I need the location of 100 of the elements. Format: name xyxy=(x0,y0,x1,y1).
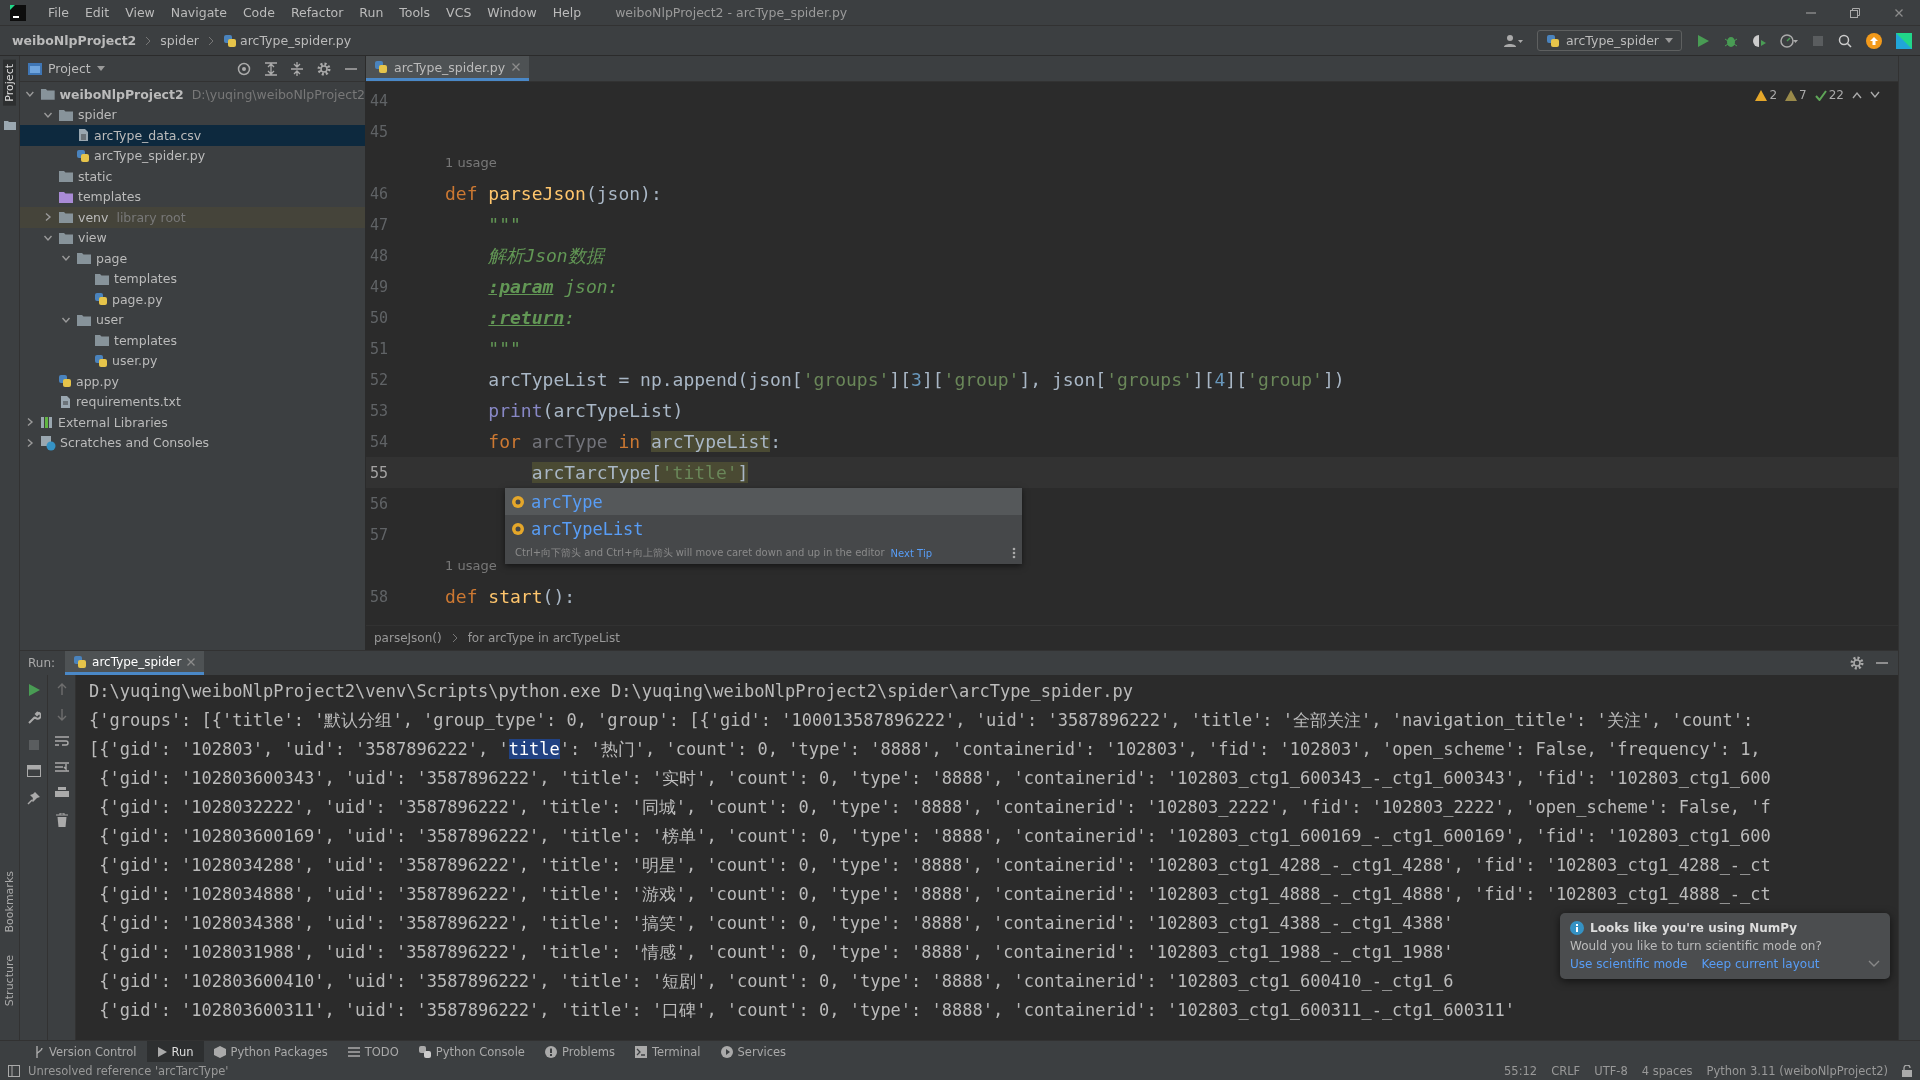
locate-icon[interactable] xyxy=(237,61,251,76)
breadcrumb-item[interactable]: weiboNlpProject2 xyxy=(10,33,139,48)
breadcrumb-item[interactable]: parseJson() xyxy=(374,631,442,645)
notification-link[interactable]: Keep current layout xyxy=(1701,957,1820,971)
status-item[interactable]: 55:12 xyxy=(1504,1064,1538,1078)
python-file-icon xyxy=(73,654,88,669)
restore-icon[interactable] xyxy=(1850,7,1860,18)
user-icon[interactable] xyxy=(1502,33,1523,48)
tree-item[interactable]: page.py xyxy=(20,289,365,310)
previous-icon[interactable] xyxy=(1852,91,1862,99)
wrench-icon[interactable] xyxy=(26,711,41,725)
menu-item[interactable]: File xyxy=(40,5,77,20)
search-icon[interactable] xyxy=(1838,33,1852,48)
tree-item[interactable]: templates xyxy=(20,268,365,289)
status-item[interactable]: Python 3.11 (weiboNlpProject2) xyxy=(1706,1064,1888,1078)
settings-icon[interactable] xyxy=(317,61,331,76)
tree-item[interactable]: templates xyxy=(20,186,365,207)
collapse-all-icon[interactable] xyxy=(291,61,303,76)
print-icon[interactable] xyxy=(54,787,69,799)
ide-logo-icon[interactable] xyxy=(1896,32,1912,49)
status-item[interactable]: CRLF xyxy=(1551,1064,1581,1078)
tree-item[interactable]: arcType_spider.py xyxy=(20,145,365,166)
completion-item[interactable]: arcTypeList xyxy=(505,515,1022,542)
menu-item[interactable]: Help xyxy=(544,5,590,20)
tree-item[interactable]: Scratches and Consoles xyxy=(20,432,365,453)
breadcrumb-item[interactable]: spider xyxy=(158,33,201,48)
menu-item[interactable]: View xyxy=(117,5,163,20)
soft-wrap-icon[interactable] xyxy=(54,735,69,747)
package-icon xyxy=(213,1045,226,1058)
collapse-icon[interactable] xyxy=(1868,960,1880,968)
breadcrumb-item[interactable]: arcType_spider.py xyxy=(221,33,354,48)
menu-item[interactable]: Run xyxy=(351,5,392,20)
usage-hint[interactable]: 1 usage xyxy=(445,155,497,170)
update-icon[interactable] xyxy=(1866,32,1882,49)
expand-all-icon[interactable] xyxy=(265,61,277,76)
tree-item[interactable]: venv library root xyxy=(20,207,365,228)
scroll-to-end-icon[interactable] xyxy=(54,761,69,773)
run-configuration-dropdown[interactable]: arcType_spider xyxy=(1536,30,1682,51)
editor-tab[interactable]: arcType_spider.py xyxy=(366,56,530,81)
tool-window-button[interactable]: Structure xyxy=(3,950,16,1010)
up-arrow-icon[interactable] xyxy=(56,683,67,695)
coverage-icon[interactable] xyxy=(1752,33,1766,48)
console-line: {'gid': '1028034388', 'uid': '3587896222', 'title': '搞笑', 'count': 0, 'type': '8888', 'containerid': '102803_ctg1_4388_-_ctg1_4388' xyxy=(98,912,1454,935)
tool-window-tab[interactable]: Version Control xyxy=(24,1041,147,1062)
menu-item[interactable]: Tools xyxy=(391,5,439,20)
console-tab[interactable]: arcType_spider xyxy=(65,651,205,675)
menu-item[interactable]: VCS xyxy=(438,5,480,20)
rerun-icon[interactable] xyxy=(26,683,41,697)
menu-item[interactable]: Edit xyxy=(76,5,118,20)
profiler-icon[interactable] xyxy=(1780,33,1798,48)
more-icon[interactable] xyxy=(1012,547,1016,559)
tree-item[interactable]: user.py xyxy=(20,350,365,371)
status-item[interactable]: 4 spaces xyxy=(1641,1064,1693,1078)
tree-item[interactable]: user xyxy=(20,309,365,330)
tree-item[interactable]: weiboNlpProject2 D:\yuqing\weiboNlpProject2 xyxy=(20,84,365,105)
next-icon[interactable] xyxy=(1870,91,1880,99)
lock-icon[interactable] xyxy=(1902,1065,1912,1077)
close-icon[interactable] xyxy=(1894,7,1904,18)
tool-window-tab[interactable]: Python Console xyxy=(408,1041,535,1062)
tool-window-tab[interactable]: TODO xyxy=(337,1041,409,1062)
project-view-dropdown[interactable]: Project xyxy=(28,61,105,76)
settings-icon[interactable] xyxy=(1850,656,1864,670)
usage-hint[interactable]: 1 usage xyxy=(445,558,497,573)
tree-item[interactable]: templates xyxy=(20,330,365,351)
tool-window-tab[interactable]: Problems xyxy=(534,1041,625,1062)
problem-count[interactable]: 2 xyxy=(1769,88,1778,102)
panel-toggle-icon[interactable] xyxy=(8,1065,20,1077)
layout-icon[interactable] xyxy=(26,765,41,777)
tree-item[interactable]: static xyxy=(20,166,365,187)
tree-item[interactable]: page xyxy=(20,248,365,269)
code-line: def start(): xyxy=(445,586,576,607)
tree-item[interactable]: app.py xyxy=(20,371,365,392)
console-line: {'gid': '1028032222', 'uid': '3587896222', 'title': '同城', 'count': 0, 'type': '8888', 'containerid': '102803_2222', 'fid': '102803_2222', 'open_scheme': False, 'f xyxy=(98,796,1771,819)
tool-window-button[interactable]: Project xyxy=(3,60,16,106)
pin-icon[interactable] xyxy=(26,791,41,805)
tool-window-tab[interactable]: Services xyxy=(710,1041,797,1062)
close-tab-icon[interactable] xyxy=(186,656,197,667)
trash-icon[interactable] xyxy=(55,813,68,827)
tree-item[interactable]: view xyxy=(20,227,365,248)
status-item[interactable]: UTF-8 xyxy=(1594,1064,1628,1078)
breadcrumb-item[interactable]: for arcType in arcTypeList xyxy=(467,631,620,645)
tool-window-tab[interactable]: Python Packages xyxy=(203,1041,338,1062)
run-icon[interactable] xyxy=(1696,33,1710,48)
tree-item[interactable]: requirements.txt xyxy=(20,391,365,412)
tool-window-tab[interactable]: Terminal xyxy=(624,1041,711,1062)
menu-item[interactable]: Navigate xyxy=(162,5,235,20)
notification-link[interactable]: Use scientific mode xyxy=(1570,957,1688,971)
menu-item[interactable]: Code xyxy=(234,5,283,20)
down-arrow-icon[interactable] xyxy=(56,709,67,721)
tool-window-button[interactable]: Bookmarks xyxy=(3,867,16,937)
tool-window-tab[interactable]: Run xyxy=(146,1041,204,1062)
tree-item[interactable]: External Libraries xyxy=(20,412,365,433)
problem-count[interactable]: 7 xyxy=(1799,88,1807,102)
tree-item[interactable]: arcType_data.csv xyxy=(20,125,365,146)
close-tab-icon[interactable] xyxy=(511,62,522,72)
tree-item[interactable]: spider xyxy=(20,104,365,125)
menu-item[interactable]: Refactor xyxy=(282,5,352,20)
next-tip-link[interactable]: Next Tip xyxy=(890,547,932,559)
problem-count[interactable]: 22 xyxy=(1828,88,1844,102)
menu-item[interactable]: Window xyxy=(479,5,545,20)
